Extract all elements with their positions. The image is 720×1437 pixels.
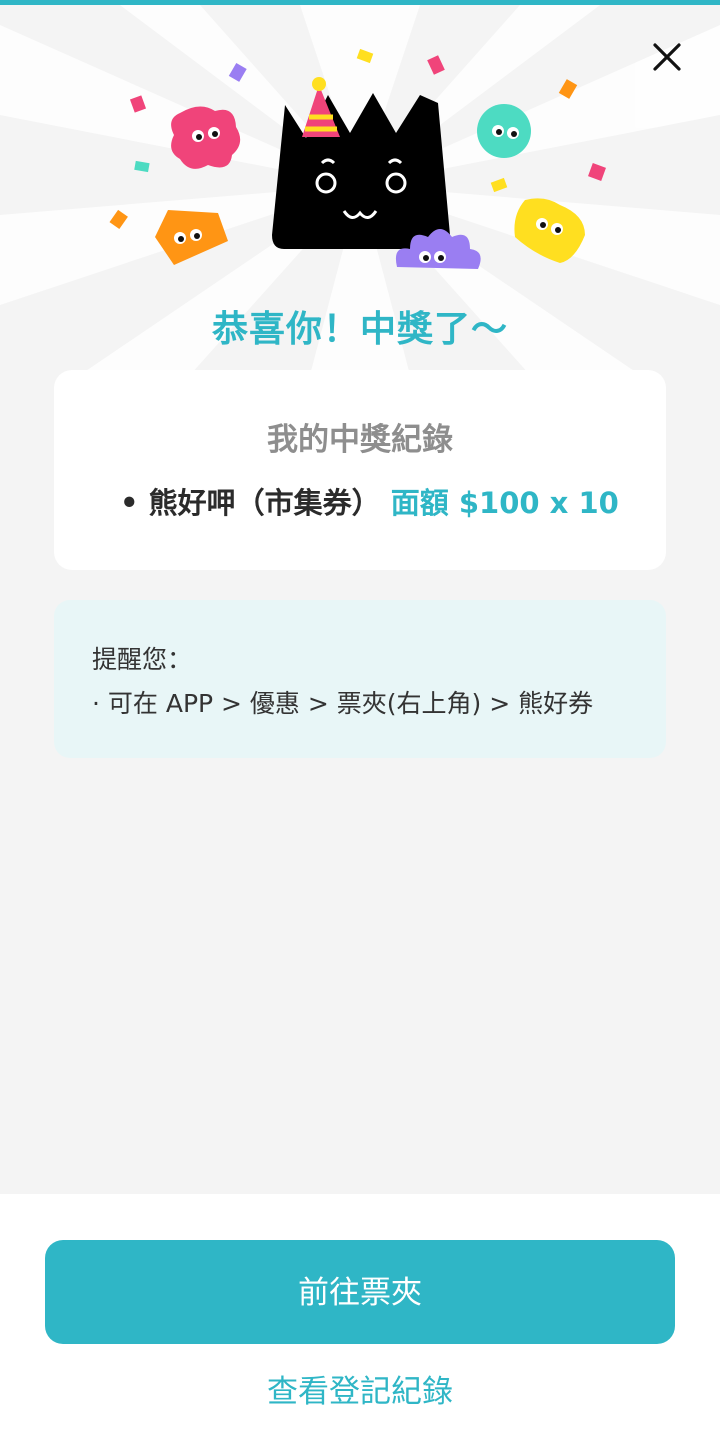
- prize-name: • 熊好呷（市集券）: [120, 486, 381, 520]
- reminder-text: · 可在 APP > 優惠 > 票夾(右上角) > 熊好券: [92, 689, 594, 718]
- prize-item: • 熊好呷（市集券） 面額 $100 x 10: [120, 480, 660, 522]
- view-registration-records-link[interactable]: 查看登記紀錄: [0, 1366, 720, 1411]
- congrats-title: 恭喜你！中獎了～: [211, 309, 508, 350]
- orange-block-character: [155, 210, 228, 265]
- teal-ball-character: [477, 104, 531, 158]
- close-icon: [653, 43, 681, 71]
- bottom-action-bar: 前往票夾 查看登記紀錄: [0, 1194, 720, 1437]
- prize-value: 面額 $100 x 10: [390, 486, 619, 520]
- close-button[interactable]: [640, 36, 694, 80]
- pink-splat-character: [171, 106, 241, 169]
- record-card-title: 我的中獎紀錄: [267, 422, 453, 458]
- reminder-box: 提醒您： · 可在 APP > 優惠 > 票夾(右上角) > 熊好券: [54, 600, 666, 758]
- reminder-title: 提醒您：: [92, 645, 193, 674]
- winning-record-card: 我的中獎紀錄 • 熊好呷（市集券） 面額 $100 x 10: [54, 370, 666, 570]
- go-to-wallet-button[interactable]: 前往票夾: [45, 1240, 675, 1344]
